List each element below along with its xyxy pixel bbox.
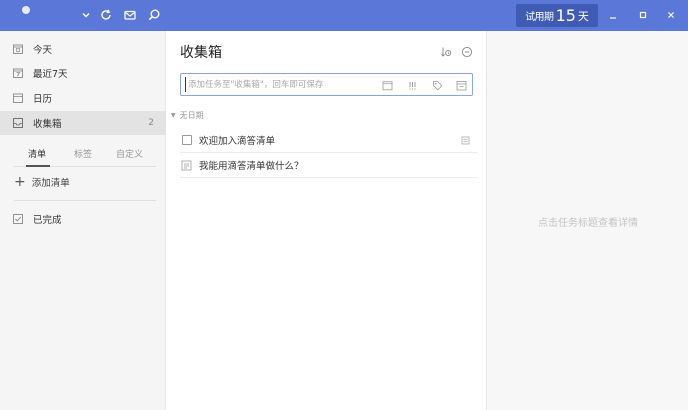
calendar-icon <box>11 92 24 105</box>
task-count-badge: 2 <box>148 118 154 128</box>
task-list-pane: 收集箱 ▼ 无日期 欢迎加入滴答清单 我能用滴答清 <box>166 31 486 410</box>
priority-icon[interactable] <box>405 78 419 92</box>
note-checkbox-icon[interactable] <box>181 160 192 171</box>
list-select-icon[interactable] <box>454 78 468 92</box>
chevron-down-icon[interactable] <box>78 7 94 23</box>
task-title[interactable]: 我能用滴答清单做什么？ <box>199 158 304 172</box>
trial-suffix: 天 <box>577 9 589 23</box>
sidebar-item-label: 最近7天 <box>33 69 68 80</box>
add-list-label: 添加清单 <box>31 178 70 189</box>
date-icon[interactable] <box>380 78 394 92</box>
sidebar-item-label: 今天 <box>33 45 53 56</box>
page-title: 收集箱 <box>180 45 222 61</box>
sort-icon[interactable] <box>439 45 453 59</box>
section-header-no-date[interactable]: ▼ 无日期 <box>171 110 204 121</box>
plus-icon: + <box>14 174 26 190</box>
sidebar-item-completed[interactable]: 已完成 <box>0 207 166 231</box>
task-row[interactable]: 欢迎加入滴答清单 <box>180 128 478 153</box>
list-tabs: 清单 标签 自定义 <box>14 143 156 167</box>
calendar-week-icon <box>11 67 24 80</box>
sidebar-item-inbox[interactable]: 收集箱 2 <box>0 111 166 135</box>
calendar-today-icon <box>11 43 24 56</box>
sidebar-item-label: 日历 <box>33 94 53 105</box>
close-button[interactable] <box>664 8 678 22</box>
sidebar-item-today[interactable]: 今天 <box>0 37 166 61</box>
task-title[interactable]: 欢迎加入滴答清单 <box>199 133 275 147</box>
sidebar-item-calendar[interactable]: 日历 <box>0 86 166 110</box>
detail-empty-hint: 点击任务标题查看详情 <box>538 218 638 229</box>
quick-add-input[interactable] <box>185 77 375 92</box>
sidebar-item-next-7-days[interactable]: 最近7天 <box>0 61 166 85</box>
mail-icon[interactable] <box>122 7 138 23</box>
section-label: 无日期 <box>179 111 204 120</box>
sidebar: 今天 最近7天 日历 收集箱 2 清单 标签 自定义 + 添加清单 已完成 <box>0 31 166 410</box>
maximize-button[interactable] <box>636 8 650 22</box>
trial-days: 15 <box>555 6 576 25</box>
tab-tags[interactable]: 标签 <box>74 147 92 160</box>
tag-icon[interactable] <box>430 78 444 92</box>
quick-add-box <box>180 73 473 96</box>
tab-lists[interactable]: 清单 <box>28 147 46 160</box>
sidebar-item-label: 收集箱 <box>33 119 62 130</box>
detail-pane: 点击任务标题查看详情 <box>486 31 688 410</box>
more-icon[interactable] <box>460 45 474 59</box>
tab-underline <box>26 165 50 167</box>
search-icon[interactable] <box>146 7 162 23</box>
minimize-button[interactable] <box>606 8 620 22</box>
tab-custom[interactable]: 自定义 <box>116 147 143 160</box>
sync-icon[interactable] <box>98 7 114 23</box>
note-icon <box>460 135 470 145</box>
checked-box-icon <box>11 213 24 226</box>
trial-prefix: 试用期 <box>525 12 554 23</box>
title-bar: 试用期 15 天 <box>0 0 688 31</box>
divider <box>14 200 156 201</box>
triangle-down-icon: ▼ <box>171 112 176 119</box>
inbox-icon <box>11 117 24 130</box>
trial-badge[interactable]: 试用期 15 天 <box>516 4 598 27</box>
task-row[interactable]: 我能用滴答清单做什么？ <box>180 153 478 178</box>
task-checkbox[interactable] <box>182 135 192 145</box>
add-list-button[interactable]: + 添加清单 <box>14 171 70 193</box>
avatar[interactable] <box>22 6 30 14</box>
sidebar-item-label: 已完成 <box>33 215 62 226</box>
